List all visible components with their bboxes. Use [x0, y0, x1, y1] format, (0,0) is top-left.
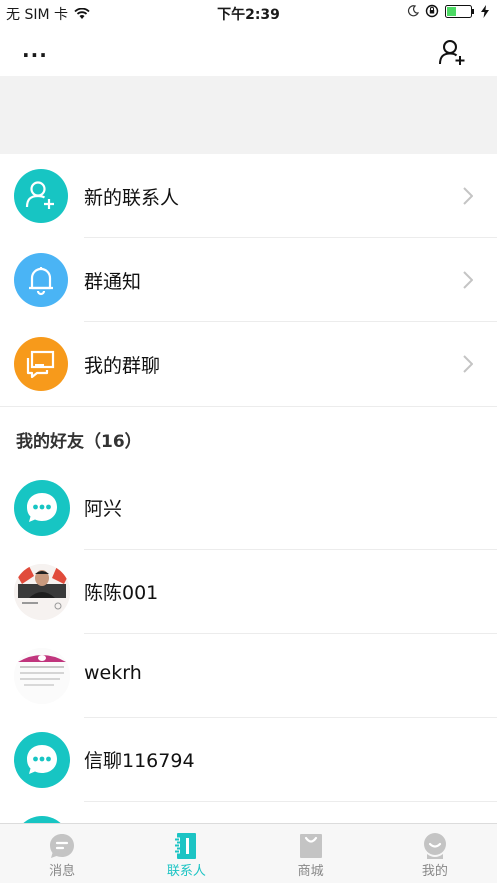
status-bar: 无 SIM 卡 下午2:39 — [0, 0, 497, 26]
tab-label: 商城 — [297, 864, 324, 879]
search-area — [0, 76, 497, 154]
moon-icon — [407, 5, 419, 17]
chat-bubble-icon — [27, 493, 57, 522]
profile-icon — [423, 833, 446, 859]
chevron-right-icon — [463, 187, 473, 205]
group-chat-icon — [26, 350, 55, 379]
friend-name: 阿兴 — [84, 498, 123, 520]
tab-messages[interactable]: 消息 — [0, 824, 124, 883]
my-groups-label: 我的群聊 — [84, 355, 161, 377]
contacts-icon — [174, 833, 197, 859]
chat-bubble-icon — [27, 745, 57, 774]
my-groups-item[interactable]: 我的群聊 — [0, 322, 497, 406]
tab-label: 联系人 — [166, 864, 206, 879]
new-contacts-icon-bg — [14, 169, 68, 223]
new-contacts-label: 新的联系人 — [84, 187, 180, 209]
friend-item[interactable]: 信聊116794 — [0, 718, 497, 802]
bell-icon — [29, 267, 53, 296]
chevron-right-icon — [463, 355, 473, 373]
friend-list: 阿兴 陈陈001 wekrh 信聊116794 — [0, 466, 497, 883]
avatar — [14, 732, 70, 788]
friend-item[interactable]: 陈陈001 — [0, 550, 497, 634]
function-list: 新的联系人 群通知 我的群聊 — [0, 154, 497, 406]
new-contacts-item[interactable]: 新的联系人 — [0, 154, 497, 238]
group-notice-icon-bg — [14, 253, 68, 307]
friend-item[interactable]: 阿兴 — [0, 466, 497, 550]
friend-item[interactable]: wekrh — [0, 634, 497, 718]
tab-me[interactable]: 我的 — [373, 824, 497, 883]
tab-shop[interactable]: 商城 — [249, 824, 373, 883]
battery-icon — [445, 4, 474, 18]
document-avatar-icon — [14, 648, 70, 704]
friends-section-title: 我的好友（16） — [16, 432, 142, 452]
chevron-right-icon — [463, 271, 473, 289]
nav-bar: ... — [0, 26, 497, 76]
charging-icon — [481, 4, 489, 18]
friend-name: 信聊116794 — [84, 750, 195, 772]
avatar — [14, 480, 70, 536]
message-icon — [50, 834, 75, 858]
add-user-icon[interactable] — [439, 38, 467, 66]
add-contact-icon — [25, 181, 54, 209]
more-button[interactable]: ... — [22, 38, 52, 66]
tab-label: 消息 — [49, 864, 76, 879]
friends-section-header: 我的好友（16） — [0, 406, 497, 466]
rotation-lock-icon — [425, 4, 439, 18]
group-notice-label: 群通知 — [84, 271, 142, 293]
group-notice-item[interactable]: 群通知 — [0, 238, 497, 322]
shop-bag-icon — [299, 834, 322, 858]
my-groups-icon-bg — [14, 337, 68, 391]
tab-label: 我的 — [421, 864, 448, 879]
tab-contacts[interactable]: 联系人 — [124, 824, 248, 883]
friend-name: 陈陈001 — [84, 582, 159, 604]
avatar — [14, 648, 70, 704]
tab-bar: 消息 联系人 商城 我的 — [0, 823, 497, 883]
friend-name: wekrh — [84, 662, 142, 684]
status-right — [407, 4, 489, 18]
photo-avatar-icon — [14, 564, 70, 620]
avatar — [14, 564, 70, 620]
